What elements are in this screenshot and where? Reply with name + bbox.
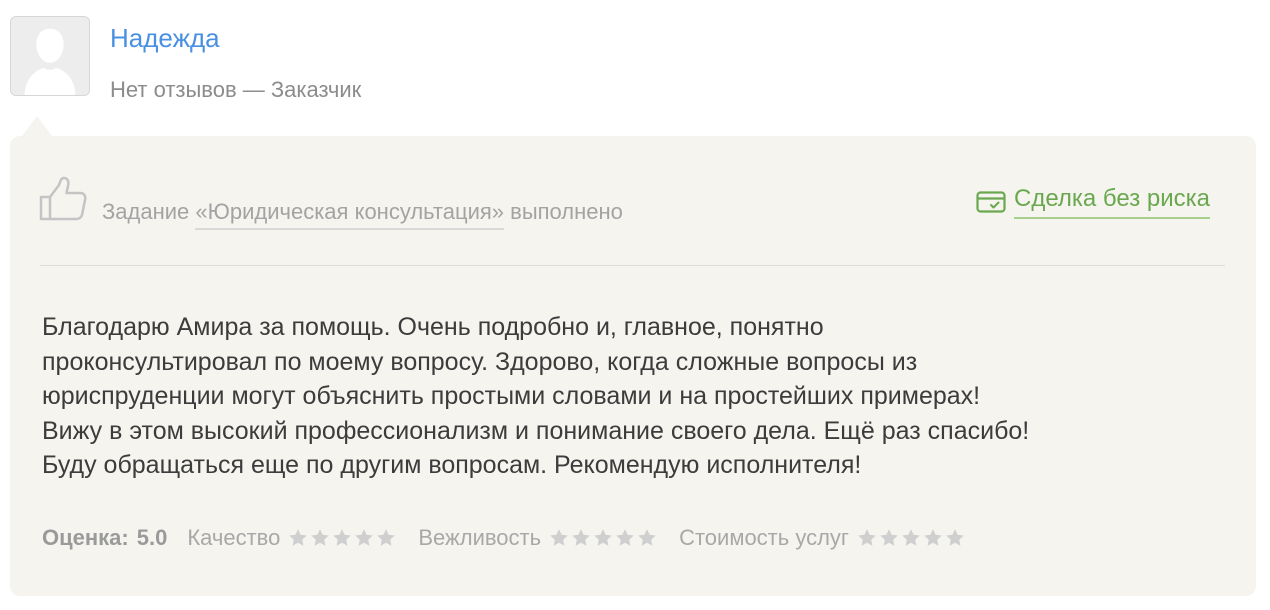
- star-rating: [288, 528, 398, 548]
- card-pointer: [22, 116, 52, 136]
- safe-deal-link[interactable]: Сделка без риска: [976, 185, 1211, 219]
- star-icon: [637, 528, 657, 548]
- review-text-line: Буду обращаться еще по другим вопросам. …: [42, 451, 862, 479]
- star-icon: [549, 528, 569, 548]
- star-icon: [615, 528, 635, 548]
- user-silhouette-icon: [11, 17, 89, 95]
- star-icon: [354, 528, 374, 548]
- review-text: Благодарю Амира за помощь. Очень подробн…: [42, 310, 1242, 483]
- star-rating: [857, 528, 967, 548]
- star-icon: [332, 528, 352, 548]
- star-rating: [549, 528, 659, 548]
- review-text-line: проконсультировал по моему вопросу. Здор…: [42, 347, 918, 376]
- star-icon: [310, 528, 330, 548]
- rating-cost: Стоимость услуг: [659, 525, 967, 551]
- rating-label: Вежливость: [418, 525, 542, 550]
- star-icon: [857, 528, 877, 548]
- rating-label: Стоимость услуг: [679, 525, 849, 550]
- avatar[interactable]: [10, 16, 90, 96]
- star-icon: [571, 528, 591, 548]
- safe-deal-label: Сделка без риска: [1014, 185, 1211, 219]
- star-icon: [593, 528, 613, 548]
- credit-card-check-icon: [976, 191, 1006, 213]
- rating-quality: Качество: [167, 525, 398, 551]
- review-root: Надежда Нет отзывов — Заказчик Задание «…: [0, 0, 1270, 610]
- thumbs-up-icon: [38, 175, 88, 223]
- star-icon: [376, 528, 396, 548]
- review-text-line: юриспруденции могут объяснить простыми с…: [42, 382, 981, 410]
- star-icon: [923, 528, 943, 548]
- score-label: Оценка:: [42, 525, 129, 550]
- task-link[interactable]: «Юридическая консультация»: [195, 199, 505, 230]
- task-suffix: выполнено: [504, 199, 623, 224]
- star-icon: [879, 528, 899, 548]
- star-icon: [288, 528, 308, 548]
- task-prefix: Задание: [102, 199, 196, 224]
- rating-label: Качество: [187, 525, 281, 550]
- task-status: Задание «Юридическая консультация» выпол…: [102, 198, 623, 230]
- rating-politeness: Вежливость: [398, 525, 659, 551]
- star-icon: [945, 528, 965, 548]
- score-value: 5.0: [136, 525, 168, 550]
- star-icon: [901, 528, 921, 548]
- divider: [40, 265, 1225, 266]
- review-text-line: Вижу в этом высокий профессионализм и по…: [42, 416, 1030, 445]
- review-text-line: Благодарю Амира за помощь. Очень подробн…: [42, 313, 824, 341]
- ratings-row: Оценка: 5.0 Качество Вежливость Стоимост…: [42, 522, 967, 554]
- author-name[interactable]: Надежда: [110, 22, 220, 54]
- author-meta: Нет отзывов — Заказчик: [110, 77, 362, 102]
